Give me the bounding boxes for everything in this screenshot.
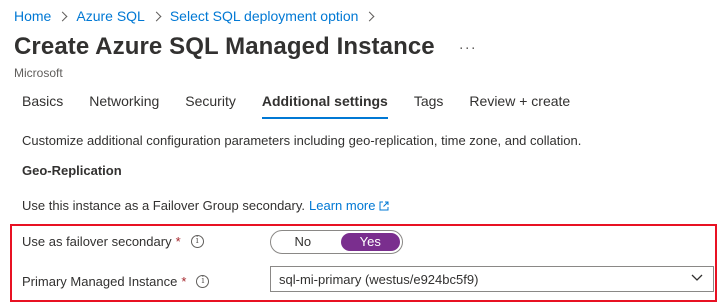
- breadcrumb-select-deployment[interactable]: Select SQL deployment option: [170, 8, 359, 24]
- toggle-option-no[interactable]: No: [273, 233, 333, 251]
- primary-instance-field: Primary Managed Instance * i: [22, 274, 210, 289]
- learn-more-link[interactable]: Learn more: [309, 198, 388, 213]
- failover-secondary-toggle[interactable]: No Yes: [270, 230, 403, 254]
- section-heading: Geo-Replication: [22, 163, 122, 178]
- tab-tags[interactable]: Tags: [414, 93, 444, 119]
- primary-instance-label: Primary Managed Instance: [22, 274, 178, 289]
- breadcrumb-home[interactable]: Home: [14, 8, 51, 24]
- failover-secondary-field: Use as failover secondary * i: [22, 234, 204, 249]
- more-options-button[interactable]: ···: [459, 40, 477, 55]
- learn-more-label: Learn more: [309, 198, 376, 213]
- tab-bar: Basics Networking Security Additional se…: [22, 93, 596, 119]
- tab-additional-settings[interactable]: Additional settings: [261, 93, 388, 119]
- chevron-right-icon: [365, 11, 375, 21]
- primary-instance-value: sql-mi-primary (westus/e924bc5f9): [279, 271, 479, 287]
- page-description: Customize additional configuration param…: [22, 133, 582, 148]
- chevron-right-icon: [151, 11, 162, 21]
- tab-networking[interactable]: Networking: [89, 93, 159, 119]
- primary-instance-dropdown[interactable]: sql-mi-primary (westus/e924bc5f9): [270, 266, 714, 292]
- required-marker: *: [175, 234, 181, 249]
- failover-secondary-label: Use as failover secondary: [22, 234, 172, 249]
- info-icon[interactable]: i: [196, 275, 210, 288]
- page-title: Create Azure SQL Managed Instance: [14, 33, 435, 60]
- info-line: Use this instance as a Failover Group se…: [22, 198, 389, 213]
- page: Home Azure SQL Select SQL deployment opt…: [0, 0, 723, 308]
- tab-security[interactable]: Security: [185, 93, 236, 119]
- toggle-option-yes[interactable]: Yes: [340, 233, 400, 251]
- page-subtitle: Microsoft: [14, 66, 63, 80]
- tab-review-create[interactable]: Review + create: [469, 93, 570, 119]
- required-marker: *: [181, 274, 187, 289]
- external-link-icon: [379, 201, 388, 210]
- title-row: Create Azure SQL Managed Instance ···: [14, 33, 477, 61]
- info-icon[interactable]: i: [190, 235, 204, 248]
- breadcrumb: Home Azure SQL Select SQL deployment opt…: [14, 7, 383, 25]
- info-text: Use this instance as a Failover Group se…: [22, 198, 306, 213]
- tab-basics[interactable]: Basics: [22, 93, 63, 119]
- chevron-down-icon: [691, 274, 703, 281]
- chevron-right-icon: [57, 11, 68, 21]
- breadcrumb-azure-sql[interactable]: Azure SQL: [76, 8, 144, 24]
